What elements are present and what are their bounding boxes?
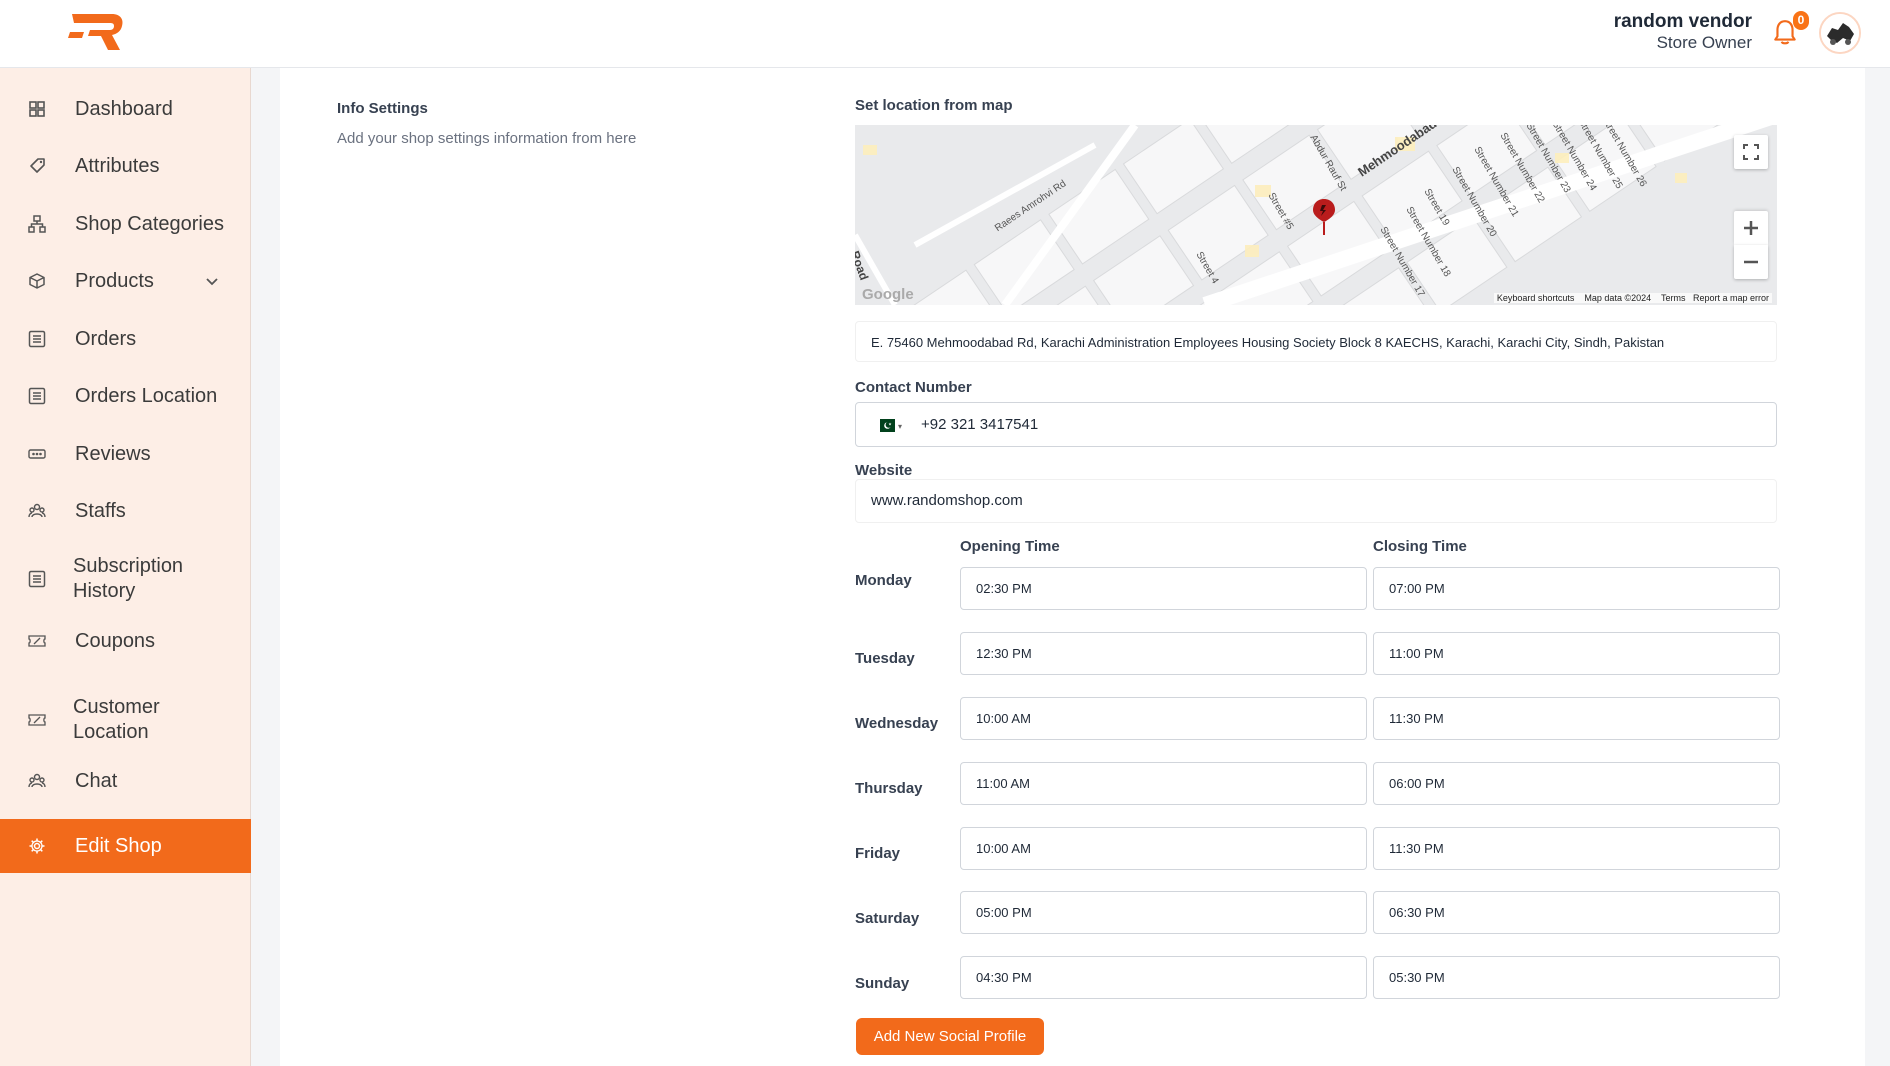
avatar-image [1821, 14, 1859, 52]
list-icon [28, 570, 46, 588]
sidebar-item-label: Reviews [75, 442, 151, 465]
day-label: Tuesday [855, 650, 915, 667]
website-field[interactable]: www.randomshop.com [855, 479, 1777, 523]
sidebar-item-coupons[interactable]: Coupons [0, 622, 251, 660]
plus-icon [1744, 221, 1758, 235]
location-map[interactable]: Mehmoodabad Rd Raees Amrohvi Rd Abdur Ra… [855, 125, 1777, 305]
address-field[interactable]: E. 75460 Mehmoodabad Rd, Karachi Adminis… [855, 321, 1777, 362]
sidebar-item-orders[interactable]: Orders [0, 320, 251, 358]
sidebar-item-reviews[interactable]: Reviews [0, 435, 251, 473]
sidebar-item-label: Orders [75, 327, 137, 350]
opening-time-input[interactable]: 10:00 AM [960, 827, 1367, 870]
closing-time-input[interactable]: 11:30 PM [1373, 697, 1780, 740]
gear-icon [28, 837, 46, 855]
zoom-out-button[interactable] [1734, 245, 1768, 279]
opening-time-input[interactable]: 12:30 PM [960, 632, 1367, 675]
sidebar-item-label: Attributes [75, 154, 160, 177]
day-label: Friday [855, 845, 901, 862]
day-label: Thursday [855, 780, 923, 797]
sidebar-item-orders-location[interactable]: Orders Location [0, 377, 251, 415]
minus-icon [1744, 260, 1758, 264]
dashboard-icon [28, 100, 46, 118]
section-subtitle: Add your shop settings information from … [337, 130, 637, 147]
opening-time-input[interactable]: 11:00 AM [960, 762, 1367, 805]
fullscreen-button[interactable] [1734, 135, 1768, 169]
brand-logo[interactable] [68, 12, 126, 52]
sidebar-item-label: Orders Location [75, 384, 218, 407]
coupon-icon [28, 711, 46, 729]
avatar[interactable] [1819, 12, 1861, 54]
users-icon [28, 502, 46, 520]
opening-time-header: Opening Time [960, 538, 1060, 555]
users-icon [28, 772, 46, 790]
terms-link[interactable]: Terms [1661, 293, 1686, 303]
notification-badge: 0 [1793, 11, 1809, 30]
sidebar-item-chat[interactable]: Chat [0, 762, 251, 800]
user-role: Store Owner [1656, 33, 1752, 52]
day-label: Wednesday [855, 715, 939, 732]
sidebar-item-subscription-history[interactable]: Subscription History [0, 548, 251, 610]
sidebar-item-label: Subscription History [73, 555, 184, 602]
add-social-profile-button[interactable]: Add New Social Profile [856, 1018, 1044, 1055]
contact-number-field[interactable]: ▾ +92 321 3417541 [855, 402, 1777, 447]
day-label: Monday [855, 572, 912, 589]
opening-time-input[interactable]: 02:30 PM [960, 567, 1367, 610]
closing-time-input[interactable]: 11:30 PM [1373, 827, 1780, 870]
rating-icon [28, 445, 46, 463]
report-map-error-link[interactable]: Report a map error [1693, 293, 1769, 303]
sidebar-item-edit-shop[interactable]: Edit Shop [0, 819, 251, 873]
closing-time-input[interactable]: 07:00 PM [1373, 567, 1780, 610]
sidebar-item-label: Edit Shop [75, 834, 162, 857]
opening-time-input[interactable]: 05:00 PM [960, 891, 1367, 934]
tag-icon [28, 157, 46, 175]
contact-label: Contact Number [855, 379, 972, 396]
opening-time-input[interactable]: 04:30 PM [960, 956, 1367, 999]
map-footer: Keyboard shortcuts Map data ©2024 Terms … [1493, 293, 1772, 303]
zoom-in-button[interactable] [1734, 211, 1768, 245]
list-icon [28, 387, 46, 405]
map-data-text: Map data ©2024 [1584, 293, 1652, 303]
sidebar-item-staffs[interactable]: Staffs [0, 492, 251, 530]
user-name: random vendor [1613, 11, 1752, 32]
sidebar-item-label: Customer Location [73, 696, 160, 743]
opening-time-input[interactable]: 10:00 AM [960, 697, 1367, 740]
sidebar-item-label: Chat [75, 769, 118, 792]
closing-time-header: Closing Time [1373, 538, 1467, 555]
sidebar-item-customer-location[interactable]: Customer Location [0, 689, 251, 751]
sitemap-icon [28, 215, 46, 233]
sidebar: Dashboard Attributes Shop Categories Pro… [0, 68, 251, 1066]
fullscreen-icon [1743, 144, 1759, 160]
closing-time-input[interactable]: 05:30 PM [1373, 956, 1780, 999]
list-icon [28, 330, 46, 348]
section-title: Info Settings [337, 100, 428, 117]
sidebar-item-label: Products [75, 269, 154, 292]
closing-time-input[interactable]: 06:30 PM [1373, 891, 1780, 934]
day-label: Sunday [855, 975, 910, 992]
keyboard-shortcuts-link[interactable]: Keyboard shortcuts [1497, 293, 1575, 303]
sidebar-item-label: Staffs [75, 499, 126, 522]
sidebar-item-label: Coupons [75, 629, 156, 652]
box-icon [28, 272, 46, 290]
sidebar-item-products[interactable]: Products [0, 262, 251, 300]
coupon-icon [28, 632, 46, 650]
closing-time-input[interactable]: 11:00 PM [1373, 632, 1780, 675]
user-info[interactable]: random vendor Store Owner [1614, 11, 1752, 53]
sidebar-item-label: Dashboard [75, 97, 173, 120]
pakistan-flag-icon[interactable] [875, 419, 895, 432]
sidebar-item-label: Shop Categories [75, 212, 224, 235]
phone-value[interactable]: +92 321 3417541 [921, 403, 1038, 446]
website-label: Website [855, 462, 913, 479]
sidebar-item-shop-categories[interactable]: Shop Categories [0, 205, 251, 243]
chevron-down-icon[interactable] [204, 273, 220, 289]
map-label: Set location from map [855, 97, 1013, 114]
map-pin-icon[interactable] [1311, 198, 1337, 236]
page-scrollbar[interactable] [1865, 68, 1890, 1066]
day-label: Saturday [855, 910, 920, 927]
google-logo: Google [862, 286, 914, 303]
top-header: random vendor Store Owner 0 [0, 0, 1890, 68]
sidebar-item-dashboard[interactable]: Dashboard [0, 90, 251, 128]
sidebar-item-attributes[interactable]: Attributes [0, 147, 251, 185]
chevron-down-icon[interactable]: ▾ [898, 422, 902, 431]
closing-time-input[interactable]: 06:00 PM [1373, 762, 1780, 805]
